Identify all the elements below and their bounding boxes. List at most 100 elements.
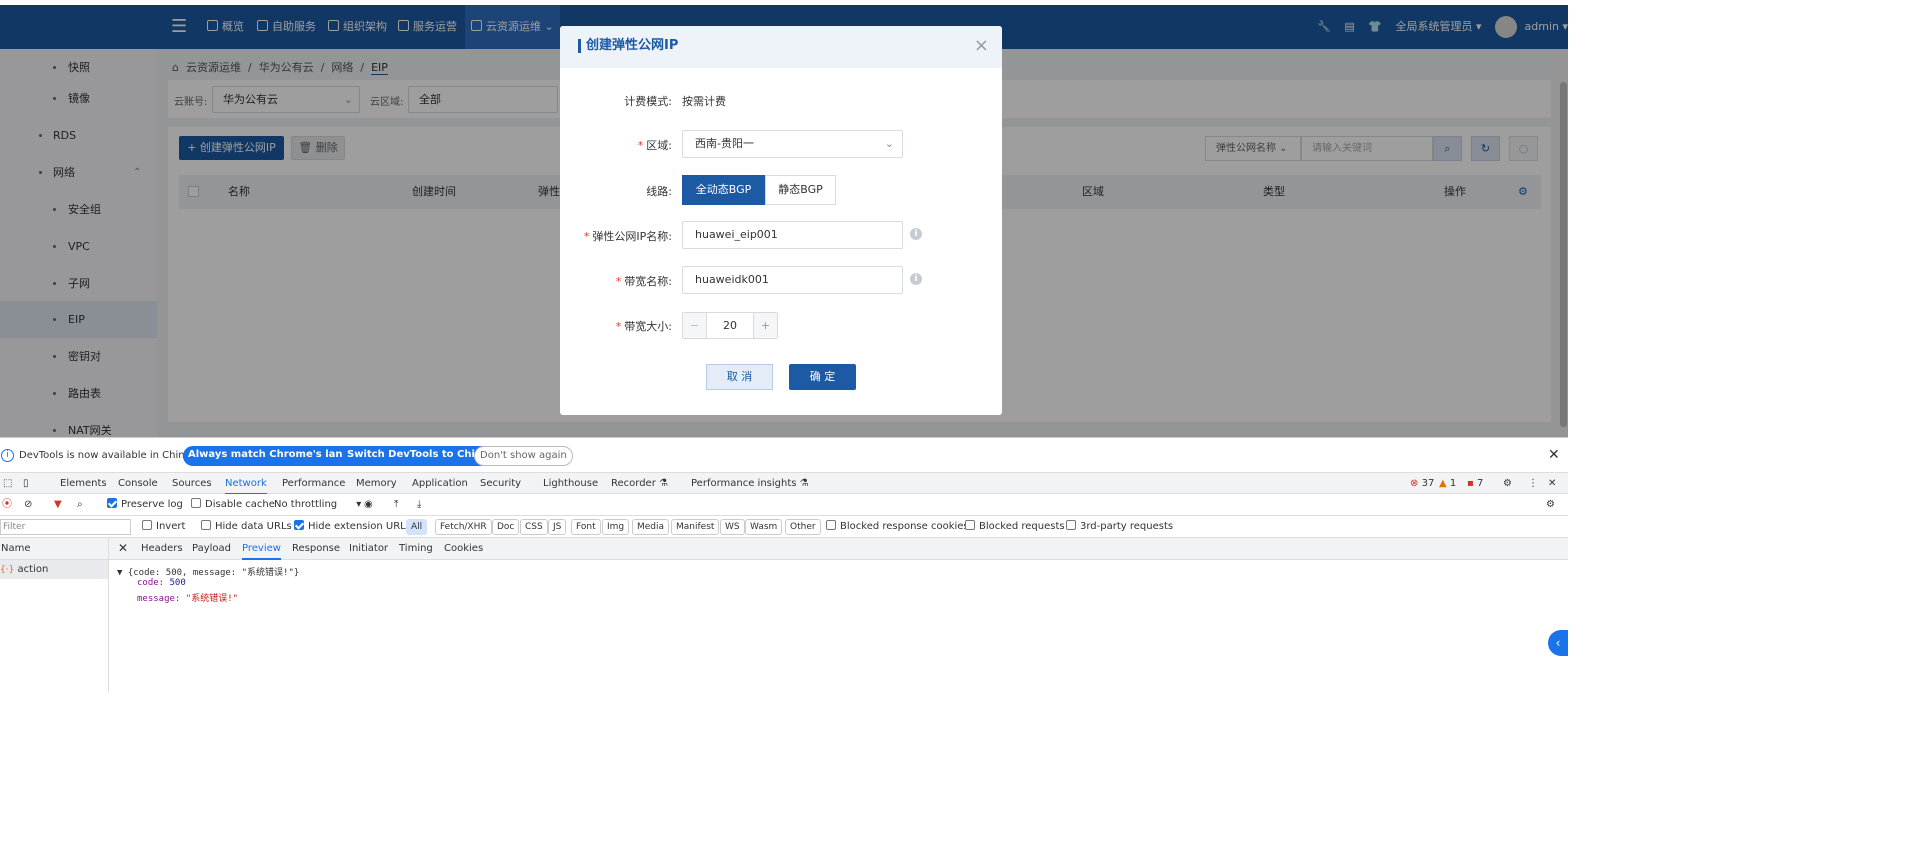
warning-count[interactable]: ▲ 1 (1439, 473, 1456, 495)
tab-recorder[interactable]: Recorder ⚗ (611, 473, 668, 495)
billing-label: 计费模式: (624, 95, 672, 108)
bandwidth-size-stepper: − 20 + (682, 312, 778, 339)
network-conditions-icon[interactable]: ◉ (364, 494, 373, 516)
tab-performance[interactable]: Performance (282, 473, 345, 495)
filter-css[interactable]: CSS (520, 519, 548, 535)
hide-extension-urls-checkbox[interactable]: Hide extension URLs (294, 516, 411, 538)
decrement-button[interactable]: − (683, 313, 706, 338)
bandwidth-size-label: * 带宽大小: (615, 320, 672, 333)
filter-fetch-xhr[interactable]: Fetch/XHR (435, 519, 492, 535)
filter-ws[interactable]: WS (720, 519, 745, 535)
language-notice: DevTools is now available in Chinese! (19, 450, 207, 461)
info-icon: i (1, 449, 14, 462)
tab-application[interactable]: Application (412, 473, 468, 495)
eip-name-label: * 弹性公网IP名称: (583, 230, 672, 243)
tab-preview[interactable]: Preview (242, 538, 281, 560)
tab-elements[interactable]: Elements (60, 473, 107, 495)
cancel-button[interactable]: 取 消 (706, 364, 773, 390)
device-toolbar-icon[interactable]: ▯ (23, 473, 29, 495)
eip-name-input[interactable]: huawei_eip001 (682, 221, 903, 249)
issue-icon: ▪ (1467, 478, 1474, 489)
tab-memory[interactable]: Memory (356, 473, 397, 495)
filter-icon[interactable]: ▼ (54, 494, 62, 516)
settings-icon[interactable]: ⚙ (1546, 494, 1555, 516)
filter-all[interactable]: All (406, 519, 428, 535)
blocked-response-cookies-checkbox[interactable]: Blocked response cookies (826, 516, 969, 538)
line-label: 线路: (646, 185, 672, 198)
close-icon[interactable]: ✕ (1548, 473, 1556, 495)
tab-sources[interactable]: Sources (172, 473, 212, 495)
create-eip-dialog: 创建弹性公网IP × 计费模式: 按需计费 * 区域: 西南-贵阳一 ⌄ 线路: 全… (560, 26, 1002, 415)
region-select[interactable]: 西南-贵阳一 ⌄ (682, 130, 903, 158)
tab-initiator[interactable]: Initiator (349, 538, 388, 560)
tab-payload[interactable]: Payload (192, 538, 231, 560)
warning-icon: ▲ (1439, 478, 1447, 489)
bandwidth-name-input[interactable]: huaweidk001 (682, 266, 903, 294)
devtools-language-bar: i DevTools is now available in Chinese! … (0, 445, 1568, 467)
filter-input[interactable]: Filter (0, 519, 131, 535)
flask-icon: ⚗ (799, 478, 809, 489)
tab-headers[interactable]: Headers (141, 538, 183, 560)
settings-icon[interactable]: ⚙ (1503, 473, 1512, 495)
bandwidth-size-input[interactable]: 20 (706, 313, 754, 338)
invert-checkbox[interactable]: Invert (142, 516, 185, 538)
info-icon[interactable]: i (910, 273, 922, 285)
disable-cache-checkbox[interactable]: Disable cache (191, 494, 275, 516)
filter-manifest[interactable]: Manifest (671, 519, 720, 535)
tab-timing[interactable]: Timing (399, 538, 433, 560)
filter-other[interactable]: Other (785, 519, 821, 535)
tab-response[interactable]: Response (292, 538, 340, 560)
tab-network[interactable]: Network (225, 473, 267, 495)
preserve-log-checkbox[interactable]: Preserve log (107, 494, 183, 516)
devtools-tab-bar: ⬚ ▯ Elements Console Sources Network Per… (0, 472, 1568, 495)
close-icon[interactable]: ✕ (118, 538, 128, 560)
billing-value: 按需计费 (682, 95, 726, 108)
preview-tree-root[interactable]: ▼ {code: 500, message: "系统错误!"} (117, 565, 299, 578)
line-option-static-bgp[interactable]: 静态BGP (765, 175, 836, 205)
dialog-title: 创建弹性公网IP (578, 39, 678, 53)
filter-doc[interactable]: Doc (492, 519, 520, 535)
preview-message-row: message: "系统错误!" (137, 594, 239, 604)
bandwidth-name-label: * 带宽名称: (615, 275, 672, 288)
expand-triangle-icon: ▼ (117, 568, 123, 578)
request-detail-tabs: ✕ Headers Payload Preview Response Initi… (109, 538, 1568, 560)
search-icon[interactable]: ⌕ (77, 494, 83, 516)
record-icon[interactable]: ⦿ (2, 494, 12, 516)
upload-icon[interactable]: ⤒ (394, 494, 398, 516)
tab-security[interactable]: Security (480, 473, 521, 495)
tab-lighthouse[interactable]: Lighthouse (543, 473, 598, 495)
filter-img[interactable]: Img (602, 519, 630, 535)
region-label: * 区域: (637, 139, 672, 152)
request-list: Name {·} action (0, 538, 109, 692)
download-icon[interactable]: ⤓ (417, 494, 421, 516)
clear-icon[interactable]: ⊘ (24, 494, 32, 516)
request-row-action[interactable]: {·} action (0, 560, 108, 579)
error-count[interactable]: ⊗ 37 (1410, 473, 1434, 495)
more-options-icon[interactable]: ⋮ (1528, 473, 1538, 495)
tab-console[interactable]: Console (118, 473, 158, 495)
name-column-header[interactable]: Name (0, 538, 108, 560)
line-option-dynamic-bgp[interactable]: 全动态BGP (682, 175, 765, 205)
filter-media[interactable]: Media (632, 519, 670, 535)
xhr-icon: {·} (0, 565, 15, 575)
close-icon[interactable]: × (974, 37, 989, 55)
tab-cookies[interactable]: Cookies (444, 538, 483, 560)
network-toolbar: ⦿ ⊘ ▼ ⌕ Preserve log Disable cache No th… (0, 494, 1568, 516)
filter-font[interactable]: Font (571, 519, 601, 535)
issues-count[interactable]: ▪ 7 (1467, 473, 1483, 495)
confirm-button[interactable]: 确 定 (789, 364, 856, 390)
network-filter-bar: Filter Invert Hide data URLs Hide extens… (0, 516, 1568, 538)
increment-button[interactable]: + (754, 313, 777, 338)
throttling-select[interactable]: No throttling ▾ (274, 494, 361, 516)
dont-show-again-button[interactable]: Don't show again (474, 446, 573, 466)
hide-data-urls-checkbox[interactable]: Hide data URLs (201, 516, 292, 538)
tab-performance-insights[interactable]: Performance insights ⚗ (691, 473, 809, 495)
third-party-requests-checkbox[interactable]: 3rd-party requests (1066, 516, 1173, 538)
filter-js[interactable]: JS (548, 519, 567, 535)
filter-wasm[interactable]: Wasm (745, 519, 783, 535)
collapse-panel-icon[interactable]: ‹ (1548, 630, 1568, 656)
info-icon[interactable]: i (910, 228, 922, 240)
blocked-requests-checkbox[interactable]: Blocked requests (965, 516, 1065, 538)
close-icon[interactable]: ✕ (1548, 447, 1560, 463)
inspect-icon[interactable]: ⬚ (3, 473, 12, 495)
